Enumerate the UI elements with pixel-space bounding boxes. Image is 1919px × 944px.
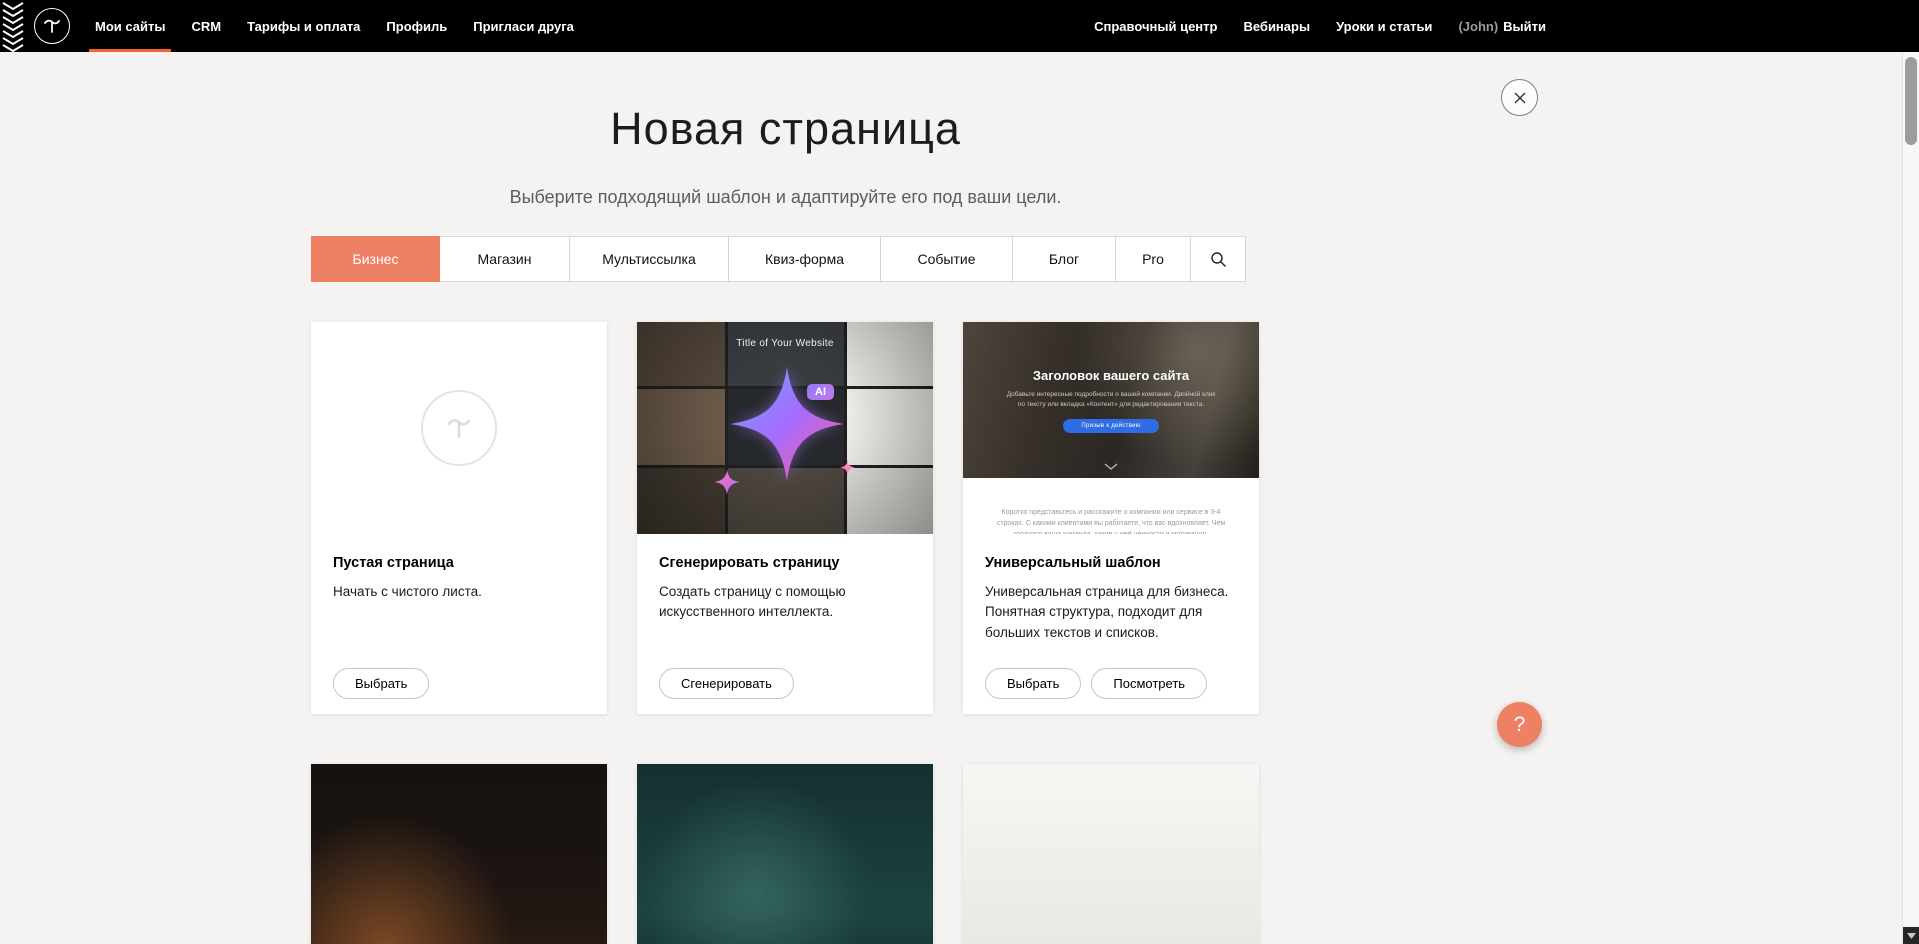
- card-body: Сгенерировать страницу Создать страницу …: [637, 534, 933, 623]
- preview-body-text: Коротко представьтесь и расскажите о ком…: [994, 507, 1228, 534]
- help-button[interactable]: ?: [1497, 702, 1542, 747]
- nav-item-invite-friend[interactable]: Пригласи друга: [460, 0, 587, 52]
- preview-hero-title: Заголовок вашего сайта: [1033, 368, 1189, 383]
- tilda-logo[interactable]: [34, 8, 70, 44]
- nav-item-tariffs[interactable]: Тарифы и оплата: [234, 0, 373, 52]
- nav-item-profile[interactable]: Профиль: [373, 0, 460, 52]
- page-subtitle: Выберите подходящий шаблон и адаптируйте…: [0, 187, 1571, 208]
- zigzag-pattern-icon: [0, 0, 26, 52]
- scrollbar-thumb[interactable]: [1905, 57, 1917, 145]
- card-title: Пустая страница: [333, 555, 585, 571]
- template-category-tabs: Бизнес Магазин Мультиссылка Квиз-форма С…: [311, 236, 1246, 282]
- scrollbar-down-button[interactable]: [1903, 927, 1919, 944]
- chevron-down-icon: [1104, 463, 1118, 471]
- tab-business[interactable]: Бизнес: [311, 236, 440, 282]
- card-body: Универсальный шаблон Универсальная стран…: [963, 534, 1259, 643]
- tab-blog[interactable]: Блог: [1012, 236, 1116, 282]
- template-preview-light: [963, 764, 1259, 944]
- preview-hero: Заголовок вашего сайта Добавьте интересн…: [963, 322, 1259, 478]
- tab-search[interactable]: [1190, 236, 1246, 282]
- generate-button[interactable]: Сгенерировать: [659, 668, 794, 699]
- template-preview-universal: Заголовок вашего сайта Добавьте интересн…: [963, 322, 1259, 534]
- app-screen: Мои сайты CRM Тарифы и оплата Профиль Пр…: [0, 0, 1919, 944]
- tab-shop[interactable]: Магазин: [439, 236, 570, 282]
- card-title: Универсальный шаблон: [985, 555, 1237, 571]
- triangle-down-icon: [1907, 933, 1916, 939]
- tab-multilink[interactable]: Мультиссылка: [569, 236, 729, 282]
- logout-label: Выйти: [1503, 19, 1546, 34]
- nav-item-logout[interactable]: (John) Выйти: [1445, 0, 1559, 52]
- template-card-partial: [637, 764, 933, 944]
- template-card-universal: Заголовок вашего сайта Добавьте интересн…: [963, 322, 1259, 714]
- page-title: Новая страница: [0, 103, 1571, 155]
- template-card-blank: Пустая страница Начать с чистого листа. …: [311, 322, 607, 714]
- card-actions: Сгенерировать: [659, 668, 794, 699]
- template-card-partial: [311, 764, 607, 944]
- template-preview-blank: [311, 322, 607, 534]
- preview-cta-button: Призыв к действию: [1063, 419, 1159, 433]
- card-title: Сгенерировать страницу: [659, 555, 911, 571]
- tilda-tilde-t-icon: [40, 14, 64, 38]
- card-description: Универсальная страница для бизнеса. Поня…: [985, 582, 1237, 643]
- ai-badge: AI: [807, 384, 834, 400]
- template-preview-ai: Title of Your Website: [637, 322, 933, 534]
- choose-button[interactable]: Выбрать: [985, 668, 1081, 699]
- preview-site-title: Title of Your Website: [637, 338, 933, 349]
- nav-item-help-center[interactable]: Справочный центр: [1081, 0, 1230, 52]
- user-name: (John): [1458, 19, 1498, 34]
- nav-item-lessons[interactable]: Уроки и статьи: [1323, 0, 1445, 52]
- template-card-ai-generate: Title of Your Website: [637, 322, 933, 714]
- nav-item-my-sites[interactable]: Мои сайты: [82, 0, 178, 52]
- ai-sparkle-tiny-icon: [840, 460, 855, 475]
- nav-item-webinars[interactable]: Вебинары: [1230, 0, 1323, 52]
- tab-pro[interactable]: Pro: [1115, 236, 1191, 282]
- tab-quiz-form[interactable]: Квиз-форма: [728, 236, 881, 282]
- card-description: Создать страницу с помощью искусственног…: [659, 582, 911, 623]
- vertical-scrollbar[interactable]: [1902, 0, 1919, 944]
- top-nav-bar: Мои сайты CRM Тарифы и оплата Профиль Пр…: [0, 0, 1919, 52]
- search-icon: [1210, 251, 1227, 268]
- ai-sparkle-small-icon: [714, 469, 740, 495]
- card-actions: Выбрать Посмотреть: [985, 668, 1207, 699]
- primary-nav: Мои сайты CRM Тарифы и оплата Профиль Пр…: [82, 0, 587, 52]
- tilda-watermark-icon: [421, 390, 497, 466]
- template-preview-teal: [637, 764, 933, 944]
- secondary-nav: Справочный центр Вебинары Уроки и статьи…: [1081, 0, 1919, 52]
- template-preview-dark: [311, 764, 607, 944]
- choose-button[interactable]: Выбрать: [333, 668, 429, 699]
- close-icon: [1513, 91, 1527, 105]
- tab-event[interactable]: Событие: [880, 236, 1013, 282]
- nav-item-crm[interactable]: CRM: [178, 0, 234, 52]
- close-button[interactable]: [1501, 79, 1538, 116]
- view-button[interactable]: Посмотреть: [1091, 668, 1207, 699]
- card-actions: Выбрать: [333, 668, 429, 699]
- card-body: Пустая страница Начать с чистого листа.: [311, 534, 607, 602]
- card-description: Начать с чистого листа.: [333, 582, 585, 602]
- template-card-partial: [963, 764, 1259, 944]
- preview-hero-text: Добавьте интересные подробности о вашей …: [1005, 390, 1217, 410]
